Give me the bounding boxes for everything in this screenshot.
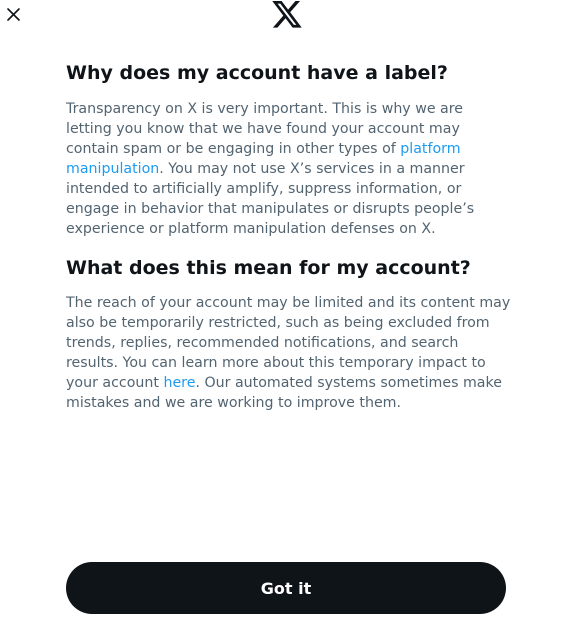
x-logo (272, 1, 302, 28)
got-it-button[interactable]: Got it (66, 562, 506, 614)
dialog-content: Why does my account have a label? Transp… (66, 60, 512, 413)
learn-more-here-link[interactable]: here (163, 375, 195, 391)
heading-why-label: Why does my account have a label? (66, 62, 448, 84)
x-logo-icon (272, 1, 302, 28)
close-icon (6, 7, 20, 21)
paragraph-reach: The reach of your account may be limited… (66, 293, 512, 413)
paragraph-transparency: Transparency on X is very important. Thi… (66, 99, 512, 239)
close-button[interactable] (0, 0, 26, 28)
heading-what-it-means: What does this mean for my account? (66, 257, 471, 279)
